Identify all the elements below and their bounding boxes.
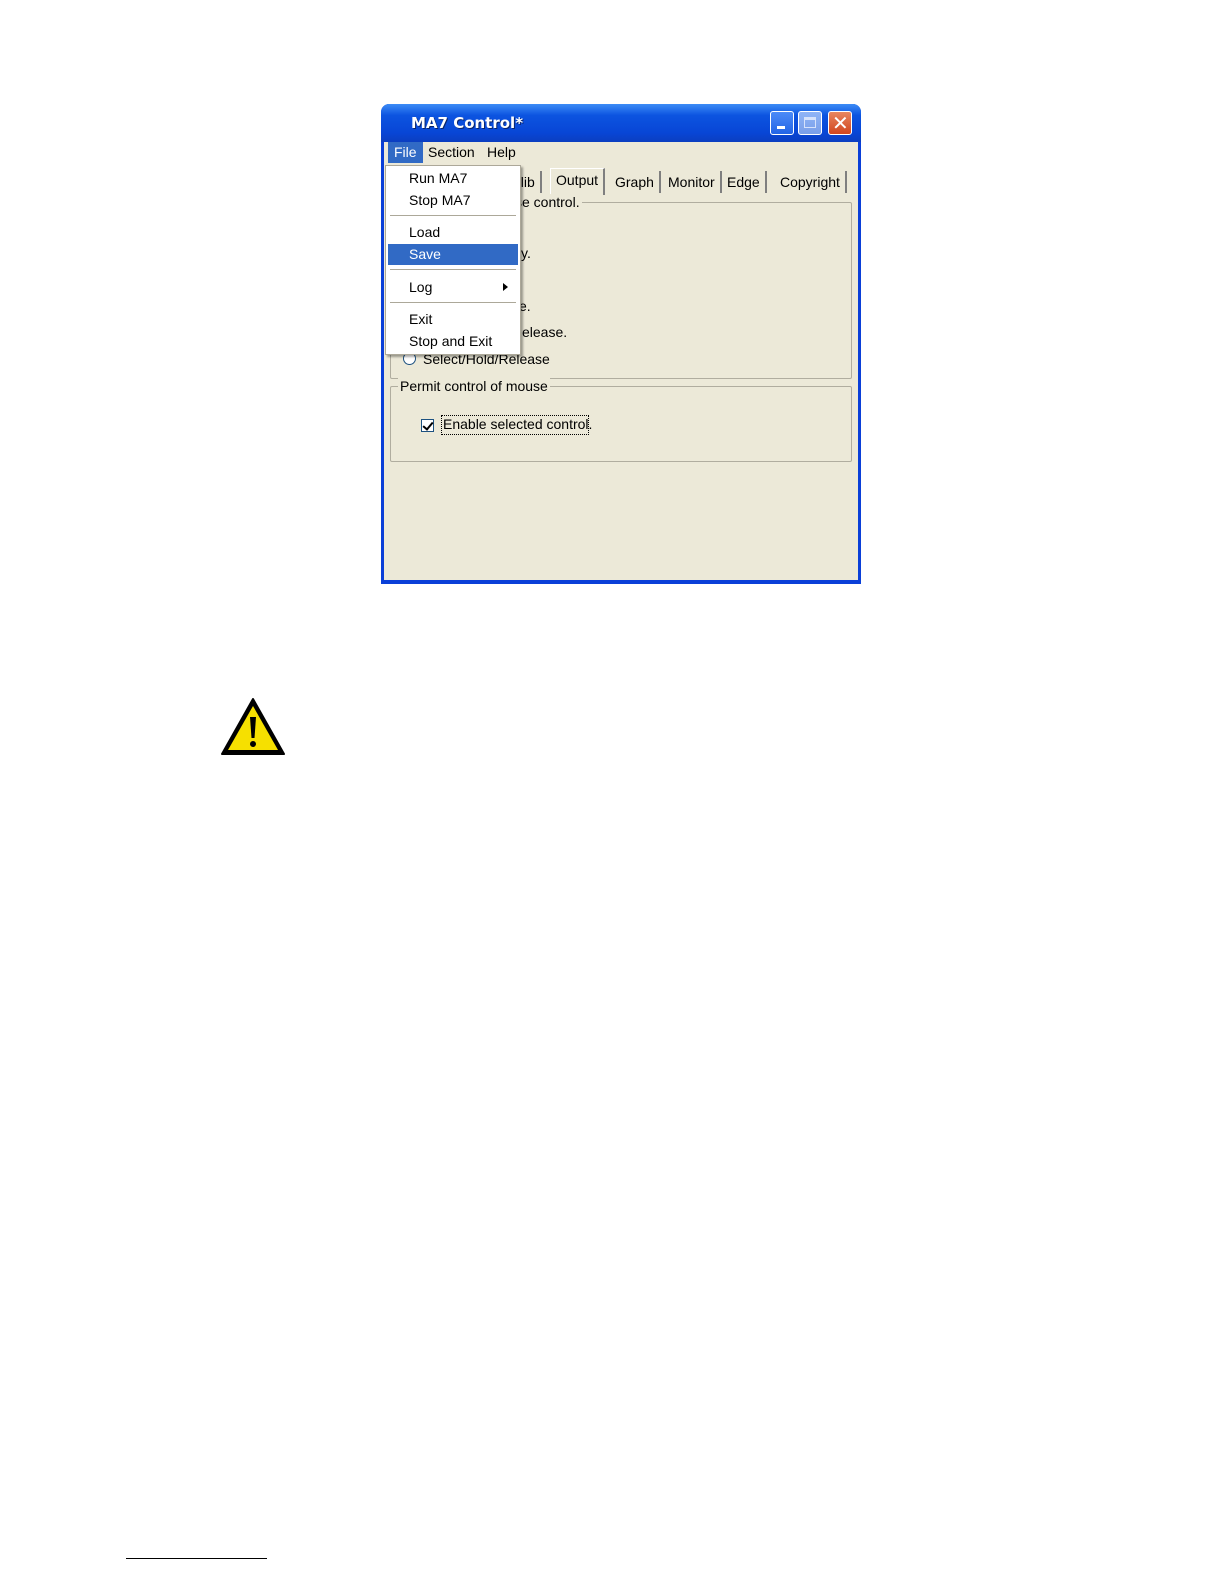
menu-file[interactable]: File	[388, 142, 423, 163]
option-label-fragment-3: elease.	[522, 324, 568, 340]
footnote-rule	[126, 1558, 267, 1559]
tab-edge[interactable]: Edge	[722, 171, 767, 193]
option-label-fragment-1: y.	[521, 245, 531, 261]
tab-copyright[interactable]: Copyright	[775, 171, 847, 193]
menu-item-log[interactable]: Log	[388, 277, 518, 298]
submenu-arrow-icon	[503, 283, 508, 291]
menu-item-run[interactable]: Run MA7	[388, 168, 518, 189]
warning-triangle-icon	[221, 698, 285, 755]
menu-section[interactable]: Section	[422, 142, 481, 163]
output-group-label: se control.	[513, 194, 582, 210]
menu-item-exit[interactable]: Exit	[388, 309, 518, 330]
minimize-icon	[777, 126, 785, 129]
menu-item-stop[interactable]: Stop MA7	[388, 190, 518, 211]
title-bar[interactable]: MA7 Control* ✕	[381, 104, 861, 142]
tab-graph[interactable]: Graph	[610, 171, 661, 193]
menu-separator	[390, 215, 516, 216]
menu-separator	[390, 302, 516, 303]
enable-control-label[interactable]: Enable selected control.	[443, 416, 592, 432]
close-icon: ✕	[832, 111, 849, 135]
close-button[interactable]: ✕	[828, 111, 852, 135]
menu-separator	[390, 269, 516, 270]
mouse-group-label: Permit control of mouse	[398, 378, 550, 394]
check-icon	[422, 419, 434, 431]
menu-item-load[interactable]: Load	[388, 222, 518, 243]
tab-output[interactable]: Output	[550, 168, 606, 195]
maximize-icon	[804, 117, 816, 128]
maximize-button[interactable]	[798, 111, 822, 135]
enable-control-checkbox[interactable]	[421, 419, 434, 432]
menu-item-save[interactable]: Save	[388, 244, 518, 265]
window-title: MA7 Control*	[411, 114, 524, 132]
menu-item-log-label: Log	[409, 279, 433, 295]
menu-bar: File Section Help	[384, 142, 858, 163]
mouse-control-group: Permit control of mouse Enable selected …	[390, 378, 852, 462]
minimize-button[interactable]	[770, 111, 794, 135]
tab-monitor[interactable]: Monitor	[663, 171, 722, 193]
menu-help[interactable]: Help	[481, 142, 522, 163]
menu-item-stop-and-exit[interactable]: Stop and Exit	[388, 331, 518, 352]
file-menu-dropdown: Run MA7 Stop MA7 Load Save Log Exit Stop…	[385, 165, 521, 355]
